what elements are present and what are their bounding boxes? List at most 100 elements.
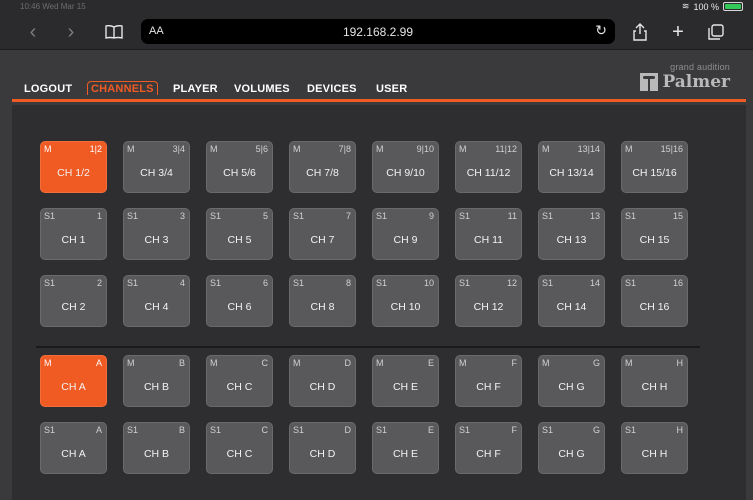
- channel-index-tag: B: [178, 425, 185, 435]
- battery-icon: [723, 2, 743, 11]
- channel-button[interactable]: M C CH C: [206, 355, 273, 407]
- channel-index-tag: 2: [96, 278, 102, 288]
- channel-button[interactable]: M G CH G: [538, 355, 605, 407]
- channel-mode-tag: S1: [376, 425, 388, 435]
- channel-index-tag: 15: [672, 211, 683, 221]
- channel-button[interactable]: S1 3 CH 3: [123, 208, 190, 260]
- channel-button[interactable]: S1 16 CH 16: [621, 275, 688, 327]
- channel-button[interactable]: S1 5 CH 5: [206, 208, 273, 260]
- channel-index-tag: 13: [589, 211, 600, 221]
- channel-label: CH 9/10: [386, 167, 425, 179]
- channel-button[interactable]: S1 11 CH 11: [455, 208, 522, 260]
- nav-logout[interactable]: LOGOUT: [24, 83, 72, 95]
- channel-button[interactable]: M 3|4 CH 3/4: [123, 141, 190, 193]
- channel-button[interactable]: S1 13 CH 13: [538, 208, 605, 260]
- channel-button[interactable]: S1 B CH B: [123, 422, 190, 474]
- channel-index-tag: 3: [179, 211, 185, 221]
- channel-button[interactable]: S1 7 CH 7: [289, 208, 356, 260]
- channel-button[interactable]: M F CH F: [455, 355, 522, 407]
- channel-button[interactable]: S1 G CH G: [538, 422, 605, 474]
- channel-button[interactable]: S1 2 CH 2: [40, 275, 107, 327]
- channel-button[interactable]: M 15|16 CH 15/16: [621, 141, 688, 193]
- channel-label: CH 4: [144, 301, 169, 313]
- nav-volumes[interactable]: VOLUMES: [234, 83, 290, 95]
- channel-index-tag: 5: [262, 211, 268, 221]
- channel-index-tag: 10: [423, 278, 434, 288]
- channel-button[interactable]: M 5|6 CH 5/6: [206, 141, 273, 193]
- tabs-overview-icon[interactable]: [704, 14, 728, 50]
- channel-label: CH 5: [227, 234, 252, 246]
- channel-button[interactable]: S1 A CH A: [40, 422, 107, 474]
- share-icon[interactable]: [628, 14, 652, 50]
- channel-label: CH D: [309, 448, 336, 460]
- address-bar[interactable]: AA 192.168.2.99 ↻: [141, 19, 615, 44]
- channel-button[interactable]: S1 10 CH 10: [372, 275, 439, 327]
- channel-button[interactable]: S1 8 CH 8: [289, 275, 356, 327]
- channel-label: CH 1: [61, 234, 86, 246]
- channel-mode-tag: S1: [542, 425, 554, 435]
- status-time: 10:46 Wed Mar 15: [20, 2, 86, 11]
- channel-button[interactable]: S1 12 CH 12: [455, 275, 522, 327]
- channel-index-tag: 9|10: [416, 144, 434, 154]
- back-chevron-icon[interactable]: ‹: [22, 14, 44, 50]
- channel-mode-tag: M: [376, 144, 384, 154]
- channel-button[interactable]: M E CH E: [372, 355, 439, 407]
- channel-button[interactable]: S1 E CH E: [372, 422, 439, 474]
- channel-button[interactable]: S1 9 CH 9: [372, 208, 439, 260]
- channel-mode-tag: M: [210, 144, 218, 154]
- channel-label: CH A: [61, 448, 86, 460]
- nav-devices[interactable]: DEVICES: [307, 83, 357, 95]
- channel-label: CH G: [558, 381, 585, 393]
- channel-button[interactable]: M 7|8 CH 7/8: [289, 141, 356, 193]
- channel-label: CH 5/6: [223, 167, 256, 179]
- channel-mode-tag: M: [459, 358, 467, 368]
- channel-button[interactable]: M H CH H: [621, 355, 688, 407]
- channel-index-tag: C: [261, 358, 269, 368]
- channel-button[interactable]: M 1|2 CH 1/2: [40, 141, 107, 193]
- channel-index-tag: 1: [96, 211, 102, 221]
- channel-mode-tag: S1: [459, 211, 471, 221]
- channel-button[interactable]: M 11|12 CH 11/12: [455, 141, 522, 193]
- channel-index-tag: 12: [506, 278, 517, 288]
- nav-user[interactable]: USER: [376, 83, 407, 95]
- channel-mode-tag: S1: [459, 278, 471, 288]
- channel-mode-tag: S1: [376, 211, 388, 221]
- forward-chevron-icon[interactable]: ›: [60, 14, 82, 50]
- channel-index-tag: B: [178, 358, 185, 368]
- channel-button[interactable]: S1 15 CH 15: [621, 208, 688, 260]
- bookmarks-book-icon[interactable]: [100, 14, 128, 50]
- channel-index-tag: H: [676, 358, 684, 368]
- nav-player[interactable]: PLAYER: [173, 83, 218, 95]
- channel-button[interactable]: S1 1 CH 1: [40, 208, 107, 260]
- channel-label: CH 7: [310, 234, 335, 246]
- channel-button[interactable]: S1 H CH H: [621, 422, 688, 474]
- channel-index-tag: 14: [589, 278, 600, 288]
- channel-button[interactable]: S1 14 CH 14: [538, 275, 605, 327]
- channel-index-tag: D: [344, 358, 352, 368]
- channel-index-tag: H: [676, 425, 684, 435]
- channel-label: CH A: [61, 381, 86, 393]
- channel-button[interactable]: S1 4 CH 4: [123, 275, 190, 327]
- channel-index-tag: 6: [262, 278, 268, 288]
- channel-label: CH F: [476, 381, 501, 393]
- channel-button[interactable]: S1 C CH C: [206, 422, 273, 474]
- channel-label: CH 10: [390, 301, 421, 313]
- new-tab-plus-icon[interactable]: +: [666, 14, 690, 50]
- channel-index-tag: C: [261, 425, 269, 435]
- channel-button[interactable]: M B CH B: [123, 355, 190, 407]
- reload-icon[interactable]: ↻: [595, 22, 607, 39]
- channel-button[interactable]: M 13|14 CH 13/14: [538, 141, 605, 193]
- channel-label: CH C: [226, 381, 253, 393]
- channel-mode-tag: S1: [542, 278, 554, 288]
- channel-button[interactable]: M A CH A: [40, 355, 107, 407]
- channel-mode-tag: M: [625, 358, 633, 368]
- wifi-icon: ≋: [681, 1, 690, 11]
- channel-mode-tag: M: [542, 358, 550, 368]
- channel-button[interactable]: M D CH D: [289, 355, 356, 407]
- channel-button[interactable]: S1 6 CH 6: [206, 275, 273, 327]
- nav-channels[interactable]: CHANNELS: [87, 81, 158, 95]
- channel-button[interactable]: S1 D CH D: [289, 422, 356, 474]
- channel-button[interactable]: S1 F CH F: [455, 422, 522, 474]
- channel-button[interactable]: M 9|10 CH 9/10: [372, 141, 439, 193]
- channel-mode-tag: M: [376, 358, 384, 368]
